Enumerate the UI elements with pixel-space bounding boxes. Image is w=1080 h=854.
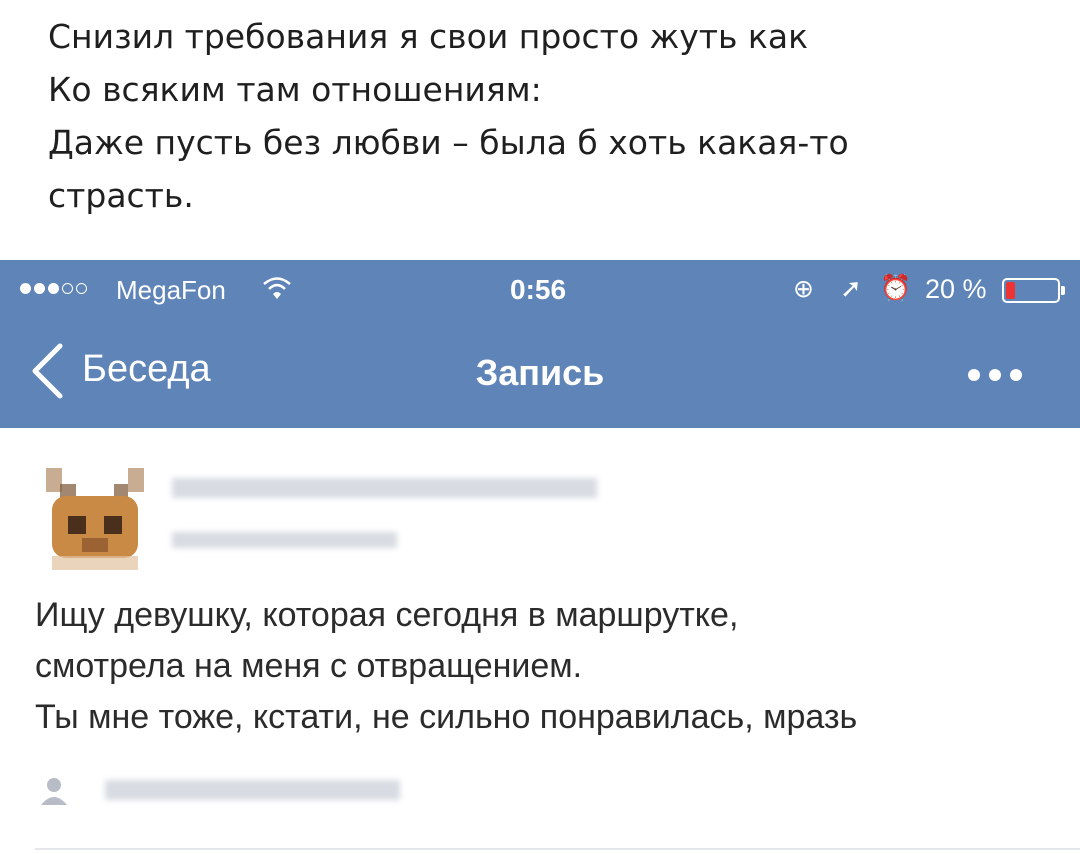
battery-icon (1002, 278, 1065, 303)
user-icon (41, 778, 67, 805)
post-line: смотрела на меня с отвращением. (35, 647, 583, 685)
battery-percent: 20 % (925, 274, 987, 304)
page-title: Запись (475, 352, 605, 393)
more-dots-icon[interactable] (968, 369, 1022, 381)
meme-caption: Снизил требования я свои просто жуть как… (48, 10, 1048, 222)
top-navbar: MegaFon 0:56 ⊕ ➚ ⏰ 20 % Беседа Запись (0, 260, 1080, 428)
carrier-label: MegaFon (116, 275, 226, 305)
caption-line: страсть. (48, 176, 194, 215)
signal-dots (20, 283, 87, 294)
location-arrow-icon: ➚ (840, 273, 862, 303)
caption-line: Даже пусть без любви – была б хоть какая… (48, 123, 849, 162)
app-screenshot: MegaFon 0:56 ⊕ ➚ ⏰ 20 % Беседа Запись Ищ… (0, 260, 1080, 854)
author-name-blurred (172, 478, 597, 498)
divider (35, 848, 1080, 850)
post-text: Ищу девушку, которая сегодня в маршрутке… (35, 590, 1055, 743)
clock: 0:56 (510, 274, 567, 305)
avatar[interactable] (38, 456, 150, 572)
wifi-icon (263, 277, 291, 299)
alarm-icon: ⏰ (880, 274, 912, 302)
caption-line: Снизил требования я свои просто жуть как (48, 17, 809, 56)
signed-author-blurred[interactable] (105, 780, 400, 800)
caption-line: Ко всяким там отношениям: (48, 70, 542, 109)
status-bar: MegaFon 0:56 ⊕ ➚ ⏰ 20 % (0, 260, 1080, 320)
post-date-blurred (172, 532, 397, 548)
rotation-lock-icon: ⊕ (793, 275, 814, 303)
post-line: Ищу девушку, которая сегодня в маршрутке… (35, 596, 739, 634)
post-line: Ты мне тоже, кстати, не сильно понравила… (35, 698, 858, 736)
